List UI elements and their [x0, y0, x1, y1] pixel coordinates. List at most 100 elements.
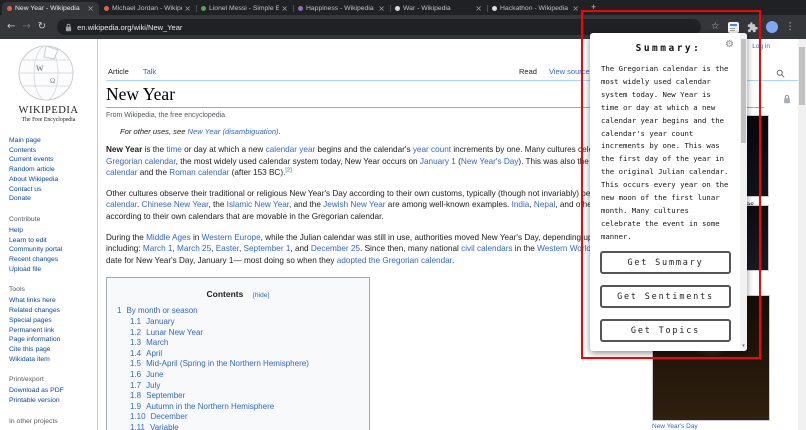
tab-favicon-icon: [492, 6, 497, 11]
toc-entry-label: Autumn in the Northern Hemisphere: [146, 401, 275, 411]
tab-read[interactable]: Read: [519, 67, 537, 76]
reload-icon[interactable]: ↻: [38, 22, 46, 32]
toc-entry[interactable]: 1.9 Autumn in the Northern Hemisphere: [130, 402, 359, 413]
toc-entry[interactable]: 1.4 April: [130, 349, 359, 360]
toc-entry[interactable]: 1.5 Mid-April (Spring in the Northern Hem…: [130, 359, 359, 370]
tab-title: Hackathon - Wikipedia: [500, 5, 568, 12]
sidebar-link[interactable]: Cite this page: [9, 345, 95, 355]
tab-title: Happiness - Wikipedia: [306, 5, 374, 12]
browser-tab[interactable]: Lionel Messi - Simple Engli... ×: [196, 2, 293, 15]
toc-entry-label: September: [146, 391, 186, 401]
sidebar-link[interactable]: Wikidata item: [9, 355, 95, 365]
sidebar-link[interactable]: Permanent link: [9, 326, 95, 336]
toc-entry-number: 1.8: [130, 391, 142, 401]
toc-entry[interactable]: 1.7 July: [130, 381, 359, 392]
profile-avatar[interactable]: [765, 21, 778, 33]
url-text: en.wikipedia.org/wiki/New_Year: [77, 22, 183, 32]
toc-entry-number: 1.3: [130, 338, 142, 348]
sidebar-link[interactable]: Contact us: [9, 185, 95, 195]
toc-entry-label: December: [150, 412, 188, 422]
forward-icon[interactable]: →: [22, 22, 30, 32]
sidebar-link[interactable]: Main page: [9, 136, 95, 146]
sidebar-navigation-group: Main page Contents Current events Random ar…: [0, 136, 97, 211]
tab-favicon-icon: [201, 6, 206, 11]
sidebar-link[interactable]: Printable version: [9, 396, 95, 406]
tab-favicon-icon: [395, 6, 400, 11]
sidebar-link[interactable]: Recent changes: [9, 255, 95, 265]
sidebar-section-header: Tools: [9, 286, 25, 294]
sidebar-print-group: Print/export Download as PDF Printable ve…: [0, 376, 97, 412]
toc-entry-number: 1.4: [130, 348, 142, 358]
tab-close-icon[interactable]: ×: [475, 4, 482, 13]
sidebar-link[interactable]: Contents: [9, 146, 95, 156]
browser-tab[interactable]: New Year - Wikipedia ×: [2, 2, 99, 15]
toc-entry-label: March: [146, 338, 169, 348]
sidebar-link[interactable]: About Wikipedia: [9, 175, 95, 185]
table-of-contents: Contents [hide] 1 By month or season 1.1 J…: [106, 277, 370, 430]
toc-entry-number: 1.10: [130, 412, 146, 422]
toc-entry-number: 1.11: [130, 422, 145, 430]
sidebar-link[interactable]: Learn to edit: [9, 236, 95, 246]
toc-hide-link[interactable]: [hide]: [253, 292, 270, 299]
tab-title: War - Wikipedia: [403, 5, 451, 12]
sidebar-section-header: Contribute: [9, 215, 41, 223]
toc-entry-label: April: [146, 348, 163, 358]
sidebar-link[interactable]: Current events: [9, 155, 95, 165]
sidebar-section-header: Print/export: [9, 376, 44, 384]
tab-favicon-icon: [298, 6, 303, 11]
sidebar-link[interactable]: Help: [9, 226, 95, 236]
toc-entry[interactable]: 1.6 June: [130, 370, 359, 381]
toc-entry[interactable]: 1.3 March: [130, 338, 359, 349]
toc-entry-number: 1.6: [130, 369, 142, 379]
sidebar-link[interactable]: Random article: [9, 165, 95, 175]
sidebar-link[interactable]: Community portal: [9, 245, 95, 255]
page-protected-lock-icon: [783, 91, 791, 109]
sidebar-projects-group: In other projects: [0, 418, 97, 430]
highlight-rectangle: [581, 10, 761, 359]
sidebar-link[interactable]: Related changes: [9, 306, 95, 316]
toc-entry[interactable]: 1.8 September: [130, 391, 359, 402]
tab-close-icon[interactable]: ×: [281, 4, 288, 13]
sidebar-section-header: In other projects: [9, 417, 58, 425]
browser-tab[interactable]: Hackathon - Wikipedia ×: [487, 2, 584, 15]
sidebar-link[interactable]: Donate: [9, 194, 95, 204]
toc-entry-label: Variable: [149, 422, 179, 430]
tab-article[interactable]: Article: [108, 67, 129, 76]
browser-tab[interactable]: Michael Jordan - Wikipedia ×: [99, 2, 196, 15]
toc-entry-number: 1.7: [130, 380, 142, 390]
toc-entry-label: By month or season: [126, 306, 198, 316]
sidebar-link[interactable]: What links here: [9, 296, 95, 306]
browser-window: New Year - Wikipedia × Michael Jordan - …: [0, 0, 806, 430]
tab-close-icon[interactable]: ×: [572, 4, 579, 13]
sidebar-link[interactable]: Special pages: [9, 316, 95, 326]
toc-entry-number: 1.1: [130, 316, 142, 326]
menu-kebab-icon[interactable]: ⋮: [786, 22, 796, 32]
sidebar-link[interactable]: Page information: [9, 335, 95, 345]
toc-entry[interactable]: 1.11 Variable: [130, 423, 359, 430]
tab-talk[interactable]: Talk: [143, 67, 156, 76]
toc-entry[interactable]: 1.1 January: [130, 317, 359, 328]
toc-entry-number: 1.9: [130, 401, 142, 411]
browser-tab[interactable]: War - Wikipedia ×: [390, 2, 487, 15]
browser-tab[interactable]: Happiness - Wikipedia ×: [293, 2, 390, 15]
image-caption[interactable]: New Year's Day: [652, 423, 770, 430]
toc-entry-label: Lunar New Year: [146, 327, 204, 337]
tab-close-icon[interactable]: ×: [87, 4, 94, 13]
sidebar-link[interactable]: Upload file: [9, 265, 95, 275]
site-security-lock-icon[interactable]: [65, 23, 72, 32]
tab-favicon-icon: [7, 6, 12, 11]
tab-close-icon[interactable]: ×: [378, 4, 385, 13]
toc-entry[interactable]: 1.2 Lunar New Year: [130, 328, 359, 339]
toc-entry-number: 1.5: [130, 359, 142, 369]
wiki-sidebar: Main page Contents Current events Random ar…: [0, 39, 97, 430]
toc-entry[interactable]: 1 By month or season: [117, 306, 359, 317]
page-scrollbar[interactable]: [798, 39, 806, 430]
toc-header: Contents [hide]: [117, 284, 359, 302]
tab-title: Lionel Messi - Simple Engli...: [209, 5, 280, 12]
tab-close-icon[interactable]: ×: [184, 4, 191, 13]
back-icon[interactable]: ←: [7, 22, 15, 32]
toc-entry[interactable]: 1.10 December: [130, 412, 359, 423]
page-scrollbar-thumb[interactable]: [799, 47, 805, 105]
toc-entry-label: Mid-April (Spring in the Northern Hemisp…: [146, 359, 309, 369]
sidebar-link[interactable]: Download as PDF: [9, 386, 95, 396]
